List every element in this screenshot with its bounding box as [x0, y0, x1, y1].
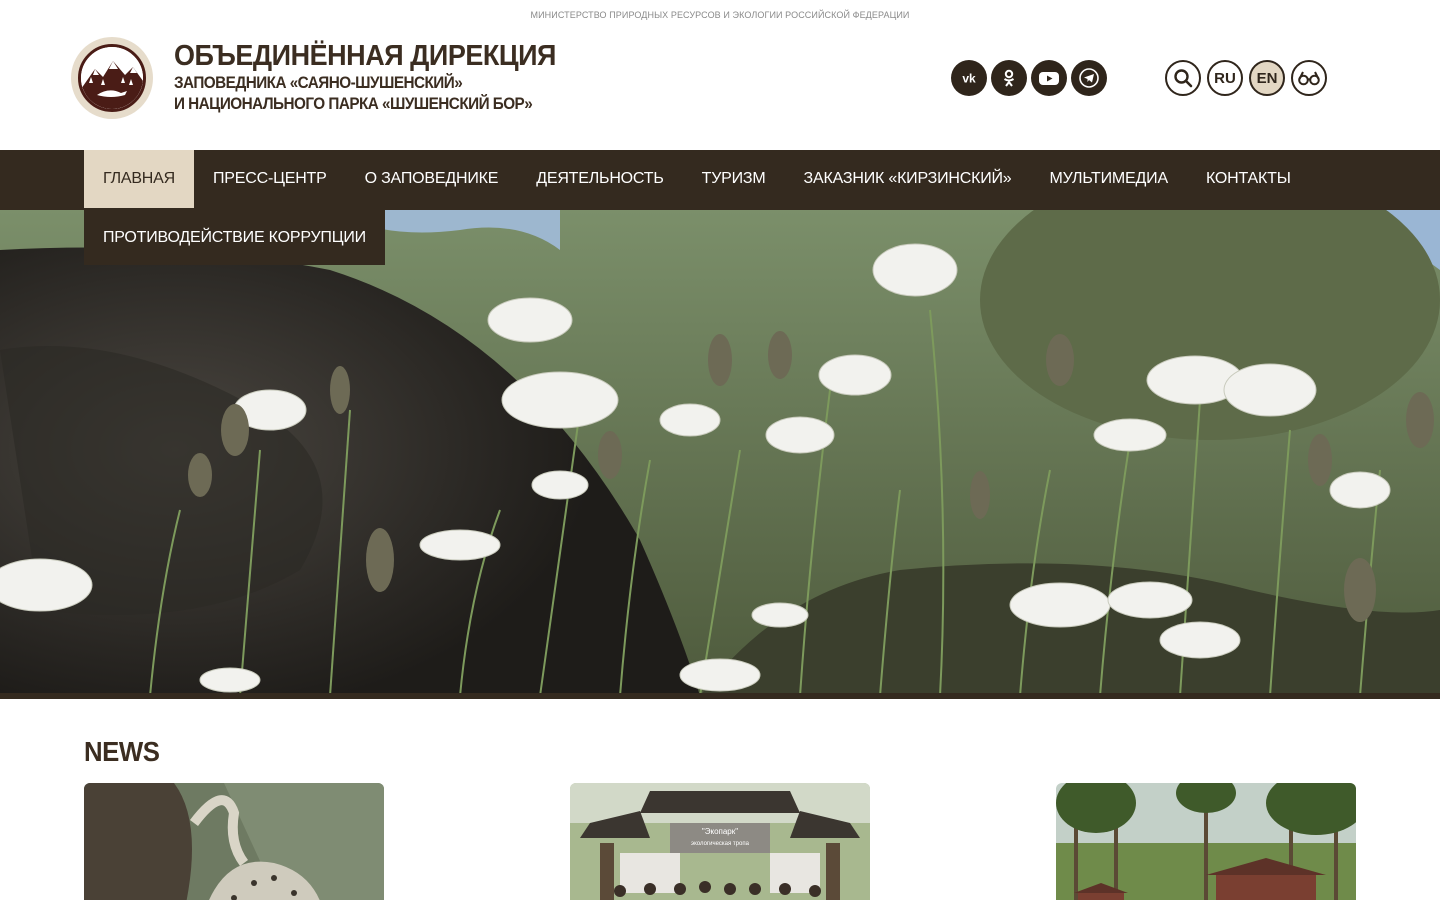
- ok-icon[interactable]: [991, 60, 1027, 96]
- main-navigation: ГЛАВНАЯ ПРЕСС-ЦЕНТР О ЗАПОВЕДНИКЕ ДЕЯТЕЛ…: [0, 150, 1440, 210]
- glasses-icon[interactable]: [1291, 60, 1327, 96]
- telegram-icon[interactable]: [1071, 60, 1107, 96]
- header-tools: RU EN: [1165, 60, 1327, 96]
- site-logo[interactable]: [71, 37, 153, 119]
- ecopark-sign-subtext: экологическая тропа: [691, 841, 750, 847]
- nav-item-home[interactable]: ГЛАВНАЯ: [84, 150, 194, 208]
- nav-menu: ГЛАВНАЯ ПРЕСС-ЦЕНТР О ЗАПОВЕДНИКЕ ДЕЯТЕЛ…: [84, 150, 1310, 210]
- nav-item-multimedia[interactable]: МУЛЬТИМЕДИА: [1031, 150, 1187, 208]
- nav-item-press-center[interactable]: ПРЕСС-ЦЕНТР: [194, 150, 346, 208]
- ministry-caption: МИНИСТЕРСТВО ПРИРОДНЫХ РЕСУРСОВ И ЭКОЛОГ…: [530, 10, 910, 20]
- lang-en-button[interactable]: EN: [1249, 60, 1285, 96]
- social-links: vk: [951, 60, 1107, 96]
- news-card-ecopark[interactable]: "Экопарк" экологическая тропа: [570, 783, 870, 900]
- nav-item-activities[interactable]: ДЕЯТЕЛЬНОСТЬ: [517, 150, 682, 208]
- youtube-icon[interactable]: [1031, 60, 1067, 96]
- search-icon[interactable]: [1165, 60, 1201, 96]
- nav-item-about[interactable]: О ЗАПОВЕДНИКЕ: [346, 150, 518, 208]
- vk-icon[interactable]: vk: [951, 60, 987, 96]
- title-line-2: ЗАПОВЕДНИКА «САЯНО-ШУШЕНСКИЙ»: [174, 73, 463, 92]
- news-card-snow-leopard[interactable]: [84, 783, 384, 900]
- title-line-3: И НАЦИОНАЛЬНОГО ПАРКА «ШУШЕНСКИЙ БОР»: [174, 94, 533, 113]
- mountain-emblem-icon: [78, 44, 146, 112]
- hero-banner: [0, 210, 1440, 696]
- lang-ru-button[interactable]: RU: [1207, 60, 1243, 96]
- ecopark-sign-text: "Экопарк": [702, 827, 738, 836]
- cabins-in-forest-image: [1056, 783, 1356, 900]
- nav-item-contacts[interactable]: КОНТАКТЫ: [1187, 150, 1310, 208]
- flowers-on-rock-image: [0, 210, 1440, 696]
- site-title: ОБЪЕДИНЁННАЯ ДИРЕКЦИЯ ЗАПОВЕДНИКА «САЯНО…: [174, 40, 585, 114]
- news-heading: NEWS: [84, 736, 160, 767]
- snow-leopard-image: [84, 783, 384, 900]
- news-card-forest-cabins[interactable]: [1056, 783, 1356, 900]
- svg-text:vk: vk: [962, 72, 976, 86]
- nav-item-anti-corruption[interactable]: ПРОТИВОДЕЙСТВИЕ КОРРУПЦИИ: [84, 210, 385, 265]
- nav-item-tourism[interactable]: ТУРИЗМ: [683, 150, 785, 208]
- nav-item-kirzinsky-reserve[interactable]: ЗАКАЗНИК «КИРЗИНСКИЙ»: [785, 150, 1031, 208]
- ecopark-group-image: "Экопарк" экологическая тропа: [570, 783, 870, 900]
- title-line-1: ОБЪЕДИНЁННАЯ ДИРЕКЦИЯ: [174, 40, 556, 72]
- hero-divider: [0, 693, 1440, 699]
